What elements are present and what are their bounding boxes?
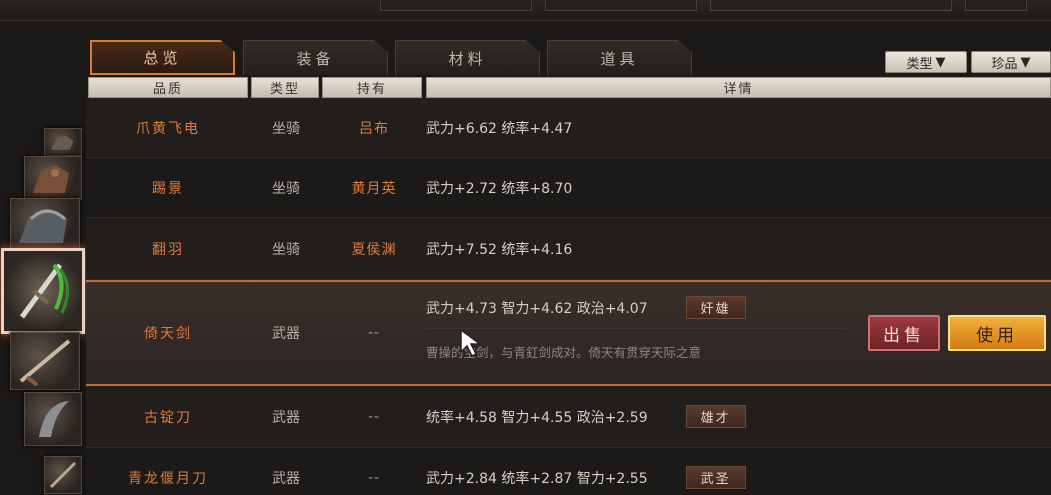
table-row-selected[interactable]: 倚天剑 武器 -- 武力+4.73 智力+4.62 政治+4.07 奸雄 曹操的… bbox=[86, 280, 1051, 386]
item-stats: 武力+2.84 统率+2.87 智力+2.55 bbox=[426, 470, 648, 487]
item-type: 武器 bbox=[272, 409, 300, 426]
item-type: 武器 bbox=[272, 326, 300, 342]
type-filter-dropdown[interactable]: 类型 ▼ bbox=[885, 51, 967, 73]
item-type: 武器 bbox=[272, 470, 300, 487]
skill-badge: 雄才 bbox=[685, 405, 746, 428]
item-detail: 武力+2.72 统率+8.70 bbox=[426, 180, 573, 197]
use-button[interactable]: 使用 bbox=[948, 315, 1046, 351]
blade-icon[interactable] bbox=[24, 392, 82, 446]
top-bar-slot bbox=[545, 0, 697, 11]
chevron-down-icon: ▼ bbox=[935, 54, 946, 70]
table-row[interactable]: 古锭刀 武器 -- 统率+4.58 智力+4.55 政治+2.59 雄才 bbox=[86, 386, 1051, 448]
chevron-down-icon: ▼ bbox=[1020, 54, 1031, 70]
item-name: 翻羽 bbox=[152, 241, 184, 258]
skill-badge: 武圣 bbox=[685, 466, 746, 489]
header-quality[interactable]: 品质 bbox=[88, 77, 248, 98]
top-bar-slot bbox=[710, 0, 952, 11]
horse-icon[interactable] bbox=[24, 156, 82, 200]
tab-equipment[interactable]: 装备 bbox=[243, 40, 388, 75]
item-name: 倚天剑 bbox=[144, 326, 192, 342]
item-owner: -- bbox=[367, 469, 381, 486]
rarity-filter-label: 珍品 bbox=[991, 56, 1018, 72]
sword-icon[interactable] bbox=[1, 248, 85, 334]
tab-materials[interactable]: 材料 bbox=[395, 40, 540, 75]
top-bar bbox=[0, 0, 1051, 21]
blade-icon[interactable] bbox=[10, 332, 80, 390]
item-detail: 武力+7.52 统率+4.16 bbox=[426, 241, 573, 258]
item-stats: 统率+4.58 智力+4.55 政治+2.59 bbox=[426, 409, 648, 426]
top-bar-slot bbox=[965, 0, 1027, 11]
table-row[interactable]: 爪黄飞电 坐骑 吕布 武力+6.62 统率+4.47 bbox=[86, 98, 1051, 158]
skill-badge: 奸雄 bbox=[685, 296, 746, 319]
tab-overview[interactable]: 总览 bbox=[90, 40, 235, 75]
item-owner: 吕布 bbox=[359, 120, 389, 137]
item-name: 踢景 bbox=[152, 180, 184, 197]
item-detail: 武力+4.73 智力+4.62 政治+4.07 奸雄 bbox=[426, 296, 746, 319]
item-owner: -- bbox=[367, 325, 381, 341]
item-detail: 统率+4.58 智力+4.55 政治+2.59 雄才 bbox=[426, 386, 876, 447]
table-row[interactable]: 踢景 坐骑 黄月英 武力+2.72 统率+8.70 bbox=[86, 158, 1051, 218]
item-type: 坐骑 bbox=[272, 180, 300, 197]
type-filter-label: 类型 bbox=[906, 56, 933, 72]
rarity-filter-dropdown[interactable]: 珍品 ▼ bbox=[971, 51, 1051, 73]
horse-icon[interactable] bbox=[44, 128, 82, 156]
item-name: 爪黄飞电 bbox=[136, 120, 200, 137]
tab-items[interactable]: 道具 bbox=[547, 40, 692, 75]
top-bar-slot bbox=[380, 0, 532, 11]
header-owner[interactable]: 持有 bbox=[322, 77, 422, 98]
header-type[interactable]: 类型 bbox=[251, 77, 319, 98]
horse-icon[interactable] bbox=[10, 198, 80, 250]
item-detail: 武力+2.84 统率+2.87 智力+2.55 武圣 bbox=[426, 448, 876, 495]
item-detail: 武力+6.62 统率+4.47 bbox=[426, 120, 573, 137]
item-owner: 黄月英 bbox=[351, 180, 397, 197]
item-owner: -- bbox=[367, 408, 381, 425]
item-name: 青龙偃月刀 bbox=[128, 470, 208, 487]
table-row[interactable]: 青龙偃月刀 武器 -- 武力+2.84 统率+2.87 智力+2.55 武圣 bbox=[86, 448, 1051, 495]
table-row[interactable]: 翻羽 坐骑 夏侯渊 武力+7.52 统率+4.16 bbox=[86, 218, 1051, 280]
divider bbox=[426, 328, 846, 329]
header-detail: 详情 bbox=[426, 77, 1051, 98]
mouse-cursor-icon bbox=[460, 328, 483, 358]
blade-icon[interactable] bbox=[44, 456, 82, 494]
item-name: 古锭刀 bbox=[144, 409, 192, 426]
item-type: 坐骑 bbox=[272, 120, 300, 137]
sell-button[interactable]: 出售 bbox=[868, 315, 940, 351]
item-list: 爪黄飞电 坐骑 吕布 武力+6.62 统率+4.47 踢景 坐骑 黄月英 武力+… bbox=[86, 98, 1051, 495]
item-stats: 武力+4.73 智力+4.62 政治+4.07 bbox=[426, 300, 648, 317]
item-owner: 夏侯渊 bbox=[351, 241, 397, 258]
item-type: 坐骑 bbox=[272, 241, 300, 258]
